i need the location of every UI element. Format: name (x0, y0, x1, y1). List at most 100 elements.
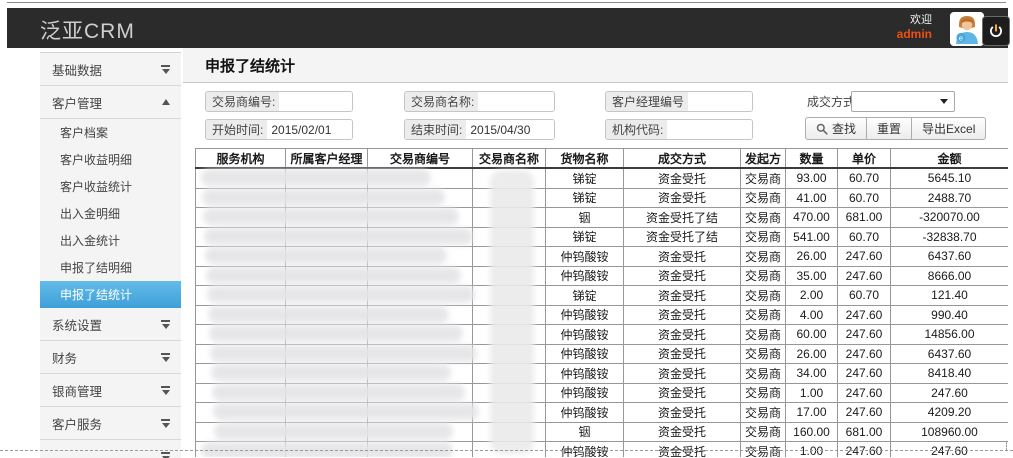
sidebar-item-客户收益明细[interactable]: 客户收益明细 (40, 146, 181, 173)
table-cell: 247.60 (838, 403, 891, 423)
sidebar-item-label: 基础数据 (52, 60, 160, 79)
table-cell: 资金受托 (624, 286, 741, 306)
table-row[interactable]: 仲钨酸铵资金受托交易商60.00247.6014856.00 (196, 325, 1009, 345)
table-cell (473, 266, 546, 286)
table-cell (196, 344, 286, 364)
table-cell: 4209.20 (891, 403, 1009, 423)
svg-text:e: e (959, 34, 963, 43)
sidebar-item-财务[interactable]: 财务 (40, 341, 181, 374)
table-cell: 681.00 (838, 422, 891, 442)
sidebar-item-申报了结明细[interactable]: 申报了结明细 (40, 254, 181, 281)
logout-power-button[interactable] (982, 16, 1010, 46)
table-cell: 锑锭 (546, 286, 624, 306)
table-cell: 35.00 (786, 266, 838, 286)
sidebar-item-客户收益统计[interactable]: 客户收益统计 (40, 173, 181, 200)
main-content: 申报了结统计 交易商编号: 交易商名称: 客户经理编号 开始时间: 结束时间: … (183, 48, 1008, 457)
sidebar-item-label: 银商管理 (52, 381, 160, 400)
table-cell: 资金受托 (624, 247, 741, 267)
table-cell (286, 168, 368, 188)
table-cell: 4.00 (786, 305, 838, 325)
table-cell (368, 344, 473, 364)
table-row[interactable]: 仲钨酸铵资金受托交易商1.00247.60247.60 (196, 383, 1009, 403)
table-cell: 交易商 (741, 364, 786, 384)
sidebar-item-出入金明细[interactable]: 出入金明细 (40, 200, 181, 227)
sidebar-item-客户档案[interactable]: 客户档案 (40, 119, 181, 146)
sidebar-item-label: 申报了结明细 (60, 259, 171, 276)
search-button-label: 查找 (832, 120, 856, 137)
table-cell: 交易商 (741, 325, 786, 345)
table-cell (196, 266, 286, 286)
field-manager-id-label: 客户经理编号 (606, 92, 688, 111)
table-cell (286, 188, 368, 208)
table-cell: 交易商 (741, 403, 786, 423)
manager-id-input[interactable] (688, 92, 752, 111)
table-cell: 资金受托 (624, 383, 741, 403)
table-row[interactable]: 锑锭资金受托了结交易商541.0060.70-32838.70 (196, 227, 1009, 247)
table-cell (368, 325, 473, 345)
table-cell (368, 266, 473, 286)
search-button[interactable]: 查找 (805, 117, 867, 140)
table-row[interactable]: 铟资金受托了结交易商470.00681.00-320070.00 (196, 208, 1009, 228)
table-cell (196, 168, 286, 188)
table-cell: 17.00 (786, 403, 838, 423)
table-cell: 资金受托了结 (624, 227, 741, 247)
end-date-input[interactable] (466, 120, 554, 139)
table-row[interactable]: 仲钨酸铵资金受托交易商34.00247.608418.40 (196, 364, 1009, 384)
table-cell: 资金受托 (624, 305, 741, 325)
sidebar-item-出入金统计[interactable]: 出入金统计 (40, 227, 181, 254)
trader-name-input[interactable] (478, 92, 554, 111)
table-cell (473, 208, 546, 228)
table-row[interactable]: 仲钨酸铵资金受托交易商17.00247.604209.20 (196, 403, 1009, 423)
table-cell: 锑锭 (546, 188, 624, 208)
power-icon (989, 24, 1003, 38)
field-org-code-label: 机构代码: (606, 120, 667, 139)
results-table-wrap: 服务机构所属客户经理交易商编号交易商名称货物名称成交方式发起方数量单价金额 锑锭… (195, 148, 1008, 457)
sidebar-item-extra-13[interactable] (40, 440, 181, 458)
user-avatar[interactable]: e (950, 12, 984, 46)
expand-icon (160, 353, 171, 362)
table-row[interactable]: 仲钨酸铵资金受托交易商35.00247.608666.00 (196, 266, 1009, 286)
table-cell: 247.60 (838, 266, 891, 286)
table-cell: 资金受托 (624, 422, 741, 442)
table-cell (368, 188, 473, 208)
sidebar-item-申报了结统计[interactable]: 申报了结统计 (40, 281, 181, 308)
table-cell (368, 383, 473, 403)
table-cell: 681.00 (838, 208, 891, 228)
table-row[interactable]: 仲钨酸铵资金受托交易商4.00247.60990.40 (196, 305, 1009, 325)
table-cell (368, 422, 473, 442)
table-cell (196, 364, 286, 384)
table-cell: 2488.70 (891, 188, 1009, 208)
start-date-input[interactable] (267, 120, 352, 139)
trader-id-input[interactable] (279, 92, 352, 111)
sidebar-item-客户管理[interactable]: 客户管理 (40, 86, 181, 119)
selection-marquee-bottom (0, 450, 1013, 451)
sidebar-item-系统设置[interactable]: 系统设置 (40, 308, 181, 341)
table-cell: 仲钨酸铵 (546, 383, 624, 403)
table-row[interactable]: 仲钨酸铵资金受托交易商26.00247.606437.60 (196, 344, 1009, 364)
table-row[interactable]: 锑锭资金受托交易商93.0060.705645.10 (196, 168, 1009, 188)
table-cell (473, 325, 546, 345)
table-cell: 仲钨酸铵 (546, 325, 624, 345)
reset-button[interactable]: 重置 (866, 117, 912, 140)
table-cell: 资金受托 (624, 188, 741, 208)
field-trader-id-label: 交易商编号: (206, 92, 279, 111)
table-cell: 资金受托 (624, 403, 741, 423)
deal-type-select[interactable] (851, 91, 955, 112)
chevron-down-icon (940, 99, 948, 104)
column-header: 单价 (838, 149, 891, 169)
sidebar-item-客户服务[interactable]: 客户服务 (40, 407, 181, 440)
field-end-date: 结束时间: (404, 119, 555, 140)
table-cell: 60.70 (838, 227, 891, 247)
field-manager-id: 客户经理编号 (605, 91, 753, 112)
table-row[interactable]: 铟资金受托交易商160.00681.00108960.00 (196, 422, 1009, 442)
table-row[interactable]: 锑锭资金受托交易商2.0060.70121.40 (196, 286, 1009, 306)
table-row[interactable]: 仲钨酸铵资金受托交易商26.00247.606437.60 (196, 247, 1009, 267)
collapse-icon (160, 99, 171, 105)
org-code-input[interactable] (667, 120, 752, 139)
table-row[interactable]: 锑锭资金受托交易商41.0060.702488.70 (196, 188, 1009, 208)
sidebar-item-银商管理[interactable]: 银商管理 (40, 374, 181, 407)
table-cell: 121.40 (891, 286, 1009, 306)
sidebar-item-基础数据[interactable]: 基础数据 (40, 53, 181, 86)
export-excel-button[interactable]: 导出Excel (911, 117, 986, 140)
column-header: 数量 (786, 149, 838, 169)
